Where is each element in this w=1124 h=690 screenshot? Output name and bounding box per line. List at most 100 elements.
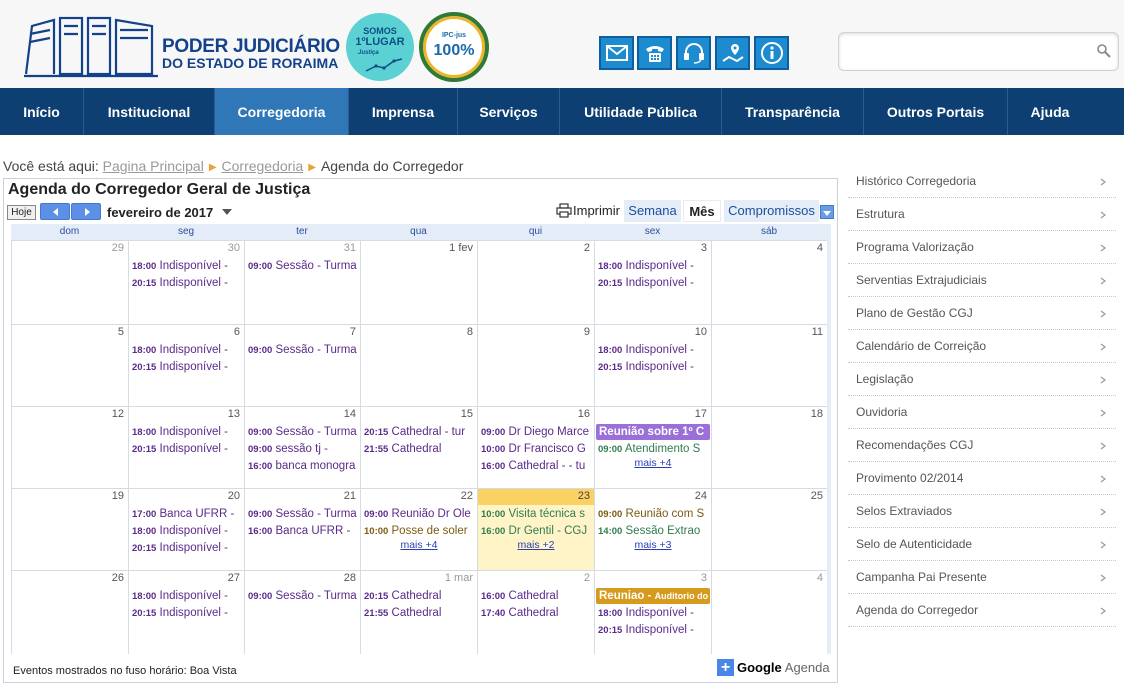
calendar-event[interactable]: 17:40 Cathedral: [481, 605, 594, 621]
day-cell[interactable]: 13 18:00 Indisponível - 20:15 Indisponíve…: [128, 406, 244, 488]
day-number[interactable]: 11: [812, 326, 823, 338]
nav-item-ajuda[interactable]: Ajuda: [1008, 88, 1092, 135]
day-cell[interactable]: 21 09:00 Sessão - Turma 16:00 Banca UFRR -: [244, 488, 360, 570]
day-cell[interactable]: 4: [711, 570, 827, 654]
breadcrumb-link-corregedoria[interactable]: Corregedoria: [222, 158, 304, 174]
calendar-event[interactable]: 16:00 Cathedral - - tu: [481, 458, 594, 474]
calendar-event[interactable]: 21:55 Cathedral: [364, 605, 477, 621]
sidebar-item-estrutura[interactable]: Estrutura: [848, 198, 1116, 231]
court-building-logo-icon[interactable]: [24, 16, 158, 78]
calendar-event[interactable]: 14:00 Sessão Extrao: [598, 523, 711, 539]
calendar-event[interactable]: 18:00 Indisponível -: [598, 342, 711, 358]
day-number[interactable]: 12: [112, 408, 124, 420]
day-number[interactable]: 22: [461, 490, 473, 502]
day-number[interactable]: 21: [344, 490, 356, 502]
calendar-event[interactable]: 09:00 Reunião Dr Ole: [364, 506, 477, 522]
more-events-link[interactable]: mais +3: [595, 539, 711, 551]
nav-item-corregedoria[interactable]: Corregedoria: [215, 88, 349, 135]
sidebar-item-historico-corregedoria[interactable]: Histórico Corregedoria: [848, 165, 1116, 198]
calendar-event[interactable]: 10:00 Dr Francisco G: [481, 441, 594, 457]
calendar-event[interactable]: 16:00 Dr Gentil - CGJ: [481, 523, 594, 539]
day-cell[interactable]: 31 09:00 Sessão - Turma: [244, 240, 360, 324]
tab-month[interactable]: Mês: [683, 200, 721, 222]
sidebar-item-plano-de-gestao-cgj[interactable]: Plano de Gestão CGJ: [848, 297, 1116, 330]
calendar-event[interactable]: 20:15 Indisponível -: [598, 359, 711, 375]
phone-icon[interactable]: [637, 36, 672, 70]
calendar-event[interactable]: 18:00 Indisponível -: [598, 605, 711, 621]
day-number[interactable]: 19: [112, 490, 124, 502]
add-to-google-calendar-button[interactable]: + Google Agenda: [716, 658, 834, 677]
calendar-event[interactable]: 18:00 Indisponível -: [132, 424, 244, 440]
site-logo-text[interactable]: PODER JUDICIÁRIO DO ESTADO DE RORAIMA: [162, 37, 340, 72]
day-number[interactable]: 23: [578, 490, 590, 502]
day-number[interactable]: 16: [578, 408, 590, 420]
sidebar-item-selo-de-autenticidade[interactable]: Selo de Autenticidade: [848, 528, 1116, 561]
day-number[interactable]: 15: [461, 408, 473, 420]
day-number[interactable]: 4: [817, 572, 823, 584]
nav-item-institucional[interactable]: Institucional: [84, 88, 215, 135]
sidebar-item-legislacao[interactable]: Legislação: [848, 363, 1116, 396]
nav-item-inicio[interactable]: Início: [0, 88, 84, 135]
nav-item-imprensa[interactable]: Imprensa: [349, 88, 458, 135]
calendar-event[interactable]: 20:15 Indisponível -: [132, 359, 244, 375]
first-place-seal[interactable]: SOMOS 1ºLUGAR Justiça: [346, 13, 414, 81]
all-day-event[interactable]: Reuniao - Auditorio do: [596, 588, 710, 604]
sidebar-item-recomendacoes-cgj[interactable]: Recomendações CGJ: [848, 429, 1116, 462]
day-cell[interactable]: 3 Reuniao - Auditorio do 18:00 Indisponíve…: [594, 570, 711, 654]
nav-item-utilidade-publica[interactable]: Utilidade Pública: [560, 88, 722, 135]
nav-item-servicos[interactable]: Serviços: [458, 88, 560, 135]
calendar-event[interactable]: 09:00 Sessão - Turma: [248, 506, 360, 522]
print-button[interactable]: Imprimir: [556, 203, 620, 218]
envelope-icon[interactable]: [599, 36, 634, 70]
day-number[interactable]: 1 fev: [449, 242, 473, 254]
day-number[interactable]: 7: [350, 326, 356, 338]
nav-item-outros-portais[interactable]: Outros Portais: [864, 88, 1008, 135]
day-number[interactable]: 25: [811, 490, 823, 502]
day-number[interactable]: 27: [228, 572, 240, 584]
prev-month-button[interactable]: [40, 203, 70, 220]
day-number[interactable]: 6: [234, 326, 240, 338]
calendar-event[interactable]: 16:00 Cathedral: [481, 588, 594, 604]
calendar-event[interactable]: 09:00 Dr Diego Marce: [481, 424, 594, 440]
day-cell[interactable]: 27 18:00 Indisponível - 20:15 Indisponíve…: [128, 570, 244, 654]
calendar-event[interactable]: 20:15 Indisponível -: [132, 540, 244, 556]
sidebar-item-provimento-02-2014[interactable]: Provimento 02/2014: [848, 462, 1116, 495]
calendar-event[interactable]: 18:00 Indisponível -: [132, 588, 244, 604]
day-cell[interactable]: 25: [711, 488, 827, 570]
day-cell[interactable]: 1 mar 20:15 Cathedral 21:55 Cathedral: [360, 570, 477, 654]
sidebar-item-calendario-de-correicao[interactable]: Calendário de Correição: [848, 330, 1116, 363]
day-number[interactable]: 4: [817, 242, 823, 254]
day-number[interactable]: 29: [112, 242, 124, 254]
next-month-button[interactable]: [71, 203, 101, 220]
calendar-event[interactable]: 20:15 Indisponível -: [132, 275, 244, 291]
day-cell[interactable]: 20 17:00 Banca UFRR - 18:00 Indisponível …: [128, 488, 244, 570]
calendar-event[interactable]: 18:00 Indisponível -: [598, 258, 711, 274]
more-events-link[interactable]: mais +2: [478, 539, 594, 551]
nav-item-transparencia[interactable]: Transparência: [722, 88, 864, 135]
calendar-event[interactable]: 09:00 Atendimento S: [598, 441, 711, 457]
day-number[interactable]: 2: [584, 572, 590, 584]
all-day-event[interactable]: Reunião sobre 1º C: [596, 424, 710, 440]
more-events-link[interactable]: mais +4: [595, 457, 711, 469]
day-cell[interactable]: 15 20:15 Cathedral - tur 21:55 Cathedral: [360, 406, 477, 488]
day-cell-today[interactable]: 23 10:00 Visita técnica s 16:00 Dr Gentil …: [477, 488, 594, 570]
sidebar-item-selos-extraviados[interactable]: Selos Extraviados: [848, 495, 1116, 528]
day-number[interactable]: 26: [112, 572, 124, 584]
day-cell[interactable]: 5: [11, 324, 128, 406]
more-events-link[interactable]: mais +4: [361, 539, 477, 551]
day-number[interactable]: 3: [701, 572, 707, 584]
calendar-event[interactable]: 20:15 Indisponível -: [598, 275, 711, 291]
day-cell[interactable]: 2 16:00 Cathedral 17:40 Cathedral: [477, 570, 594, 654]
calendar-event[interactable]: 20:15 Cathedral - tur: [364, 424, 477, 440]
calendar-event[interactable]: 10:00 Visita técnica s: [481, 506, 594, 522]
calendar-event[interactable]: 09:00 Sessão - Turma: [248, 258, 360, 274]
day-cell[interactable]: 19: [11, 488, 128, 570]
day-number[interactable]: 3: [701, 242, 707, 254]
day-number[interactable]: 18: [811, 408, 823, 420]
day-cell[interactable]: 18: [711, 406, 827, 488]
day-cell[interactable]: 22 09:00 Reunião Dr Ole 10:00 Posse de sol…: [360, 488, 477, 570]
calendar-event[interactable]: 20:15 Indisponível -: [598, 622, 711, 638]
day-cell[interactable]: 29: [11, 240, 128, 324]
day-cell[interactable]: 9: [477, 324, 594, 406]
month-picker-chevron-down-icon[interactable]: [222, 209, 232, 215]
